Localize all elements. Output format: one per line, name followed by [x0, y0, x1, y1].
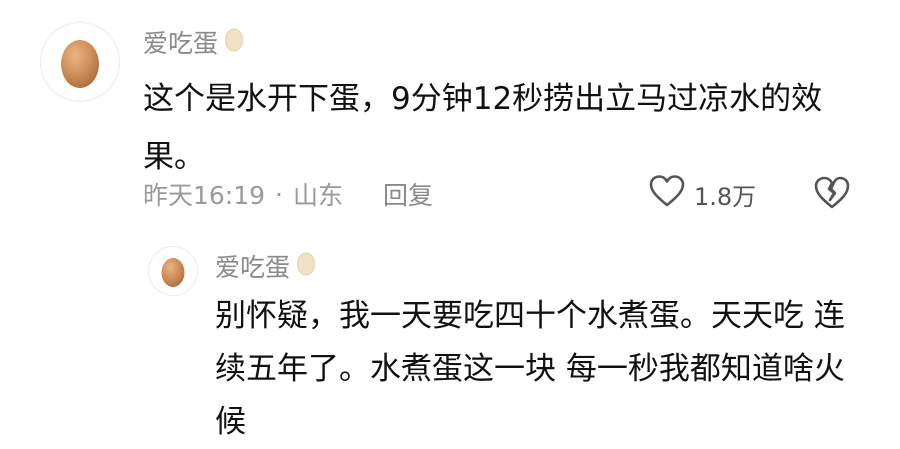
egg-badge-icon: [224, 26, 244, 58]
meta-separator: ·: [275, 179, 283, 209]
reply-text: 别怀疑，我一天要吃四十个水煮蛋。天天吃 连续五年了。水煮蛋这一块 每一秒我都知道…: [215, 298, 845, 440]
comment-text: 这个是水开下蛋，9分钟12秒捞出立马过凉水的效果。: [143, 81, 823, 175]
reply-username[interactable]: 爱吃蛋: [215, 248, 316, 284]
username-text: 爱吃蛋: [215, 253, 291, 282]
comment-time: 昨天16:19: [143, 181, 266, 210]
like-count: 1.8万: [694, 182, 757, 211]
comment-location: 山东: [293, 181, 344, 210]
username-text: 爱吃蛋: [143, 29, 219, 58]
commenter-username[interactable]: 爱吃蛋: [143, 24, 244, 60]
heart-icon: [648, 174, 686, 214]
egg-badge-icon: [296, 250, 316, 282]
commenter-avatar[interactable]: [40, 22, 120, 102]
broken-heart-icon: [812, 176, 852, 215]
comment-meta: 昨天16:19 · 山东 回复: [143, 172, 433, 216]
egg-avatar-icon: [161, 258, 185, 287]
reply-avatar[interactable]: [148, 246, 198, 296]
dislike-button[interactable]: [812, 175, 852, 213]
egg-avatar-icon: [61, 40, 99, 88]
reply-button[interactable]: 回复: [383, 176, 433, 212]
like-button[interactable]: 1.8万: [648, 174, 756, 214]
